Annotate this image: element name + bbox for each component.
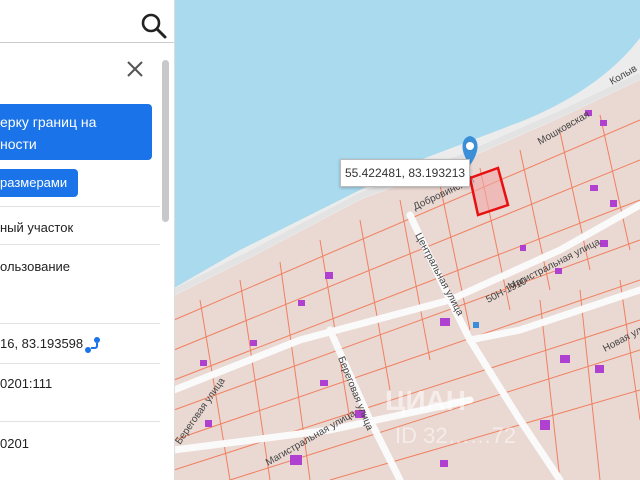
check-boundaries-button[interactable]: ерку границ на ности <box>0 104 152 160</box>
check-boundaries-line2: ности <box>0 136 37 152</box>
watermark-id: ID 32……72 <box>395 423 516 448</box>
info-row-cadastral-1-text: 0201:111 <box>0 376 53 391</box>
info-row-use: ользование <box>0 244 160 324</box>
search-input[interactable] <box>0 12 134 40</box>
panel-scrollbar-thumb[interactable] <box>162 60 169 222</box>
search-bar <box>0 10 174 43</box>
info-row-coords: 16, 83.193598 <box>0 323 160 364</box>
coordinates-popup-text: 55.422481, 83.193213 <box>344 166 466 180</box>
info-row-cadastral-2-text: 0201 <box>0 436 29 451</box>
search-icon[interactable] <box>140 12 168 40</box>
route-icon[interactable] <box>84 336 102 354</box>
info-row-cadastral-2: 0201 <box>0 421 160 480</box>
side-panel: ерку границ на ности размерами ный участ… <box>0 0 175 480</box>
info-row-coords-text: 16, 83.193598 <box>0 336 84 351</box>
watermark-logo: ЦИАН <box>385 385 466 416</box>
close-icon[interactable] <box>124 58 146 80</box>
info-row-type-text: ный участок <box>0 220 74 235</box>
bus-stop-icon <box>473 322 479 328</box>
show-sizes-button[interactable]: размерами <box>0 169 78 197</box>
check-boundaries-line1: ерку границ на <box>0 114 97 130</box>
info-row-cadastral-1: 0201:111 <box>0 363 160 422</box>
info-row-type: ный участок <box>0 206 160 245</box>
coordinates-popup: 55.422481, 83.193213 <box>340 159 470 187</box>
info-row-use-text: ользование <box>0 259 71 274</box>
